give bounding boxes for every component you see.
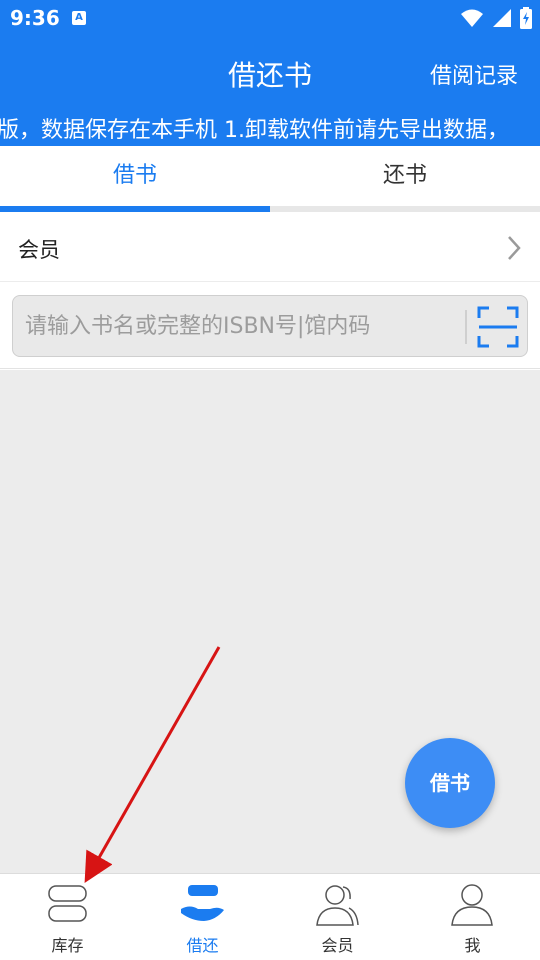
tab-indicator xyxy=(0,206,270,212)
chevron-right-icon xyxy=(508,236,521,260)
tab-borrow[interactable]: 借书 xyxy=(0,146,270,206)
tab-bar: 借书 还书 xyxy=(0,146,540,212)
nav-item-me[interactable]: 我 xyxy=(405,874,540,960)
lend-return-icon xyxy=(181,885,224,921)
signal-icon xyxy=(493,9,511,27)
nav-label-lend-return: 借还 xyxy=(186,936,219,955)
status-time: 9:36 xyxy=(10,6,60,30)
nav-item-lend-return[interactable]: 借还 xyxy=(135,874,270,960)
member-selector[interactable]: 会员 xyxy=(0,214,540,282)
bottom-nav: 库存 借还 会员 我 xyxy=(0,873,540,960)
search-section xyxy=(0,283,540,369)
status-bar: 9:36 A xyxy=(0,0,540,36)
search-input[interactable] xyxy=(25,309,461,343)
borrow-fab-button[interactable]: 借书 xyxy=(405,738,495,828)
books-icon xyxy=(48,885,87,922)
tab-return[interactable]: 还书 xyxy=(270,146,540,206)
nav-label-inventory: 库存 xyxy=(51,936,84,955)
status-icons xyxy=(460,6,532,30)
nav-item-members[interactable]: 会员 xyxy=(270,874,405,960)
nav-label-me: 我 xyxy=(464,936,481,955)
nav-label-members: 会员 xyxy=(321,936,354,955)
scan-icon[interactable] xyxy=(477,306,519,348)
search-divider xyxy=(465,310,467,344)
members-icon xyxy=(316,885,359,926)
app-bar: 借还书 借阅记录 xyxy=(0,36,540,110)
borrow-history-button[interactable]: 借阅记录 xyxy=(430,58,518,90)
nav-item-inventory[interactable]: 库存 xyxy=(0,874,135,960)
search-box xyxy=(12,295,528,357)
member-label: 会员 xyxy=(18,238,60,262)
notice-text: 版，数据保存在本手机 1.卸载软件前请先导出数据， xyxy=(0,118,509,143)
person-icon xyxy=(451,884,493,926)
battery-icon xyxy=(520,7,532,29)
wifi-icon xyxy=(461,9,483,27)
notification-badge: A xyxy=(72,11,86,25)
notice-marquee: 版，数据保存在本手机 1.卸载软件前请先导出数据， xyxy=(0,110,540,146)
